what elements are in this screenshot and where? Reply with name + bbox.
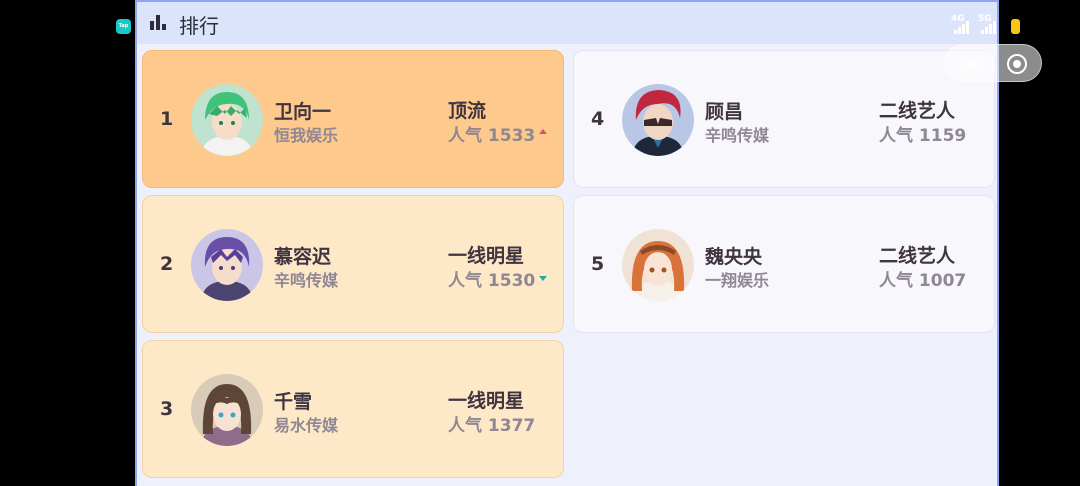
page-title: 排行 <box>179 14 219 38</box>
popularity-value: 人气 1533 <box>448 126 536 146</box>
artist-tier: 一线明星 <box>448 390 525 412</box>
rank-number: 1 <box>160 108 174 130</box>
miniprogram-capsule <box>944 44 1042 82</box>
rank-number: 2 <box>160 253 174 275</box>
popularity-value: 人气 1007 <box>879 271 967 291</box>
rank-number: 4 <box>591 108 605 130</box>
avatar <box>191 84 263 156</box>
ranking-card-1[interactable]: 1 卫向一 恒我娱乐 顶流 人气 1533 <box>142 50 564 188</box>
popularity-value: 人气 1530 <box>448 271 536 291</box>
avatar <box>191 229 263 301</box>
artist-name: 卫向一 <box>274 101 332 123</box>
rank-number: 5 <box>591 253 605 275</box>
artist-name: 慕容迟 <box>274 246 332 268</box>
avatar <box>191 374 263 446</box>
ranking-bar-chart-icon <box>150 15 166 30</box>
artist-tier: 二线艺人 <box>879 245 956 267</box>
ranking-card-2[interactable]: 2 慕容迟 辛鸣传媒 一线明星 人气 1530 <box>142 195 564 333</box>
popularity-value: 人气 1377 <box>448 416 536 436</box>
trend-down-icon <box>539 276 547 281</box>
artist-tier: 二线艺人 <box>879 100 956 122</box>
avatar <box>622 84 694 156</box>
artist-name: 顾昌 <box>705 101 744 123</box>
artist-agency: 辛鸣传媒 <box>705 126 770 145</box>
artist-agency: 易水传媒 <box>274 416 339 435</box>
ranking-card-5[interactable]: 5 魏央央 一翔娱乐 二线艺人 人气 1007 <box>573 195 995 333</box>
artist-name: 千雪 <box>274 391 313 413</box>
trend-up-icon <box>539 129 547 134</box>
signal-strength-icon <box>954 20 974 34</box>
artist-tier: 顶流 <box>448 100 487 122</box>
popularity-value: 人气 1159 <box>879 126 967 146</box>
avatar <box>622 229 694 301</box>
battery-icon <box>1011 19 1020 34</box>
capsule-divider <box>992 54 993 74</box>
artist-name: 魏央央 <box>705 246 763 268</box>
app-window: 排行 1 卫向一 恒我娱乐 顶流 人气 1533 2 慕容迟 辛鸣传媒 一线明星… <box>135 0 999 486</box>
ranking-card-4[interactable]: 4 顾昌 辛鸣传媒 二线艺人 人气 1159 <box>573 50 995 188</box>
taptap-app-icon: Tap <box>116 19 131 34</box>
more-menu-icon[interactable] <box>959 56 987 72</box>
artist-tier: 一线明星 <box>448 245 525 267</box>
rank-number: 3 <box>160 398 174 420</box>
artist-agency: 一翔娱乐 <box>705 271 770 290</box>
artist-agency: 恒我娱乐 <box>274 126 339 145</box>
signal-strength-icon-2 <box>981 20 1001 34</box>
artist-agency: 辛鸣传媒 <box>274 271 339 290</box>
ranking-card-3[interactable]: 3 千雪 易水传媒 一线明星 人气 1377 <box>142 340 564 478</box>
page-header: 排行 <box>137 0 997 44</box>
close-miniprogram-icon[interactable] <box>1007 54 1027 74</box>
